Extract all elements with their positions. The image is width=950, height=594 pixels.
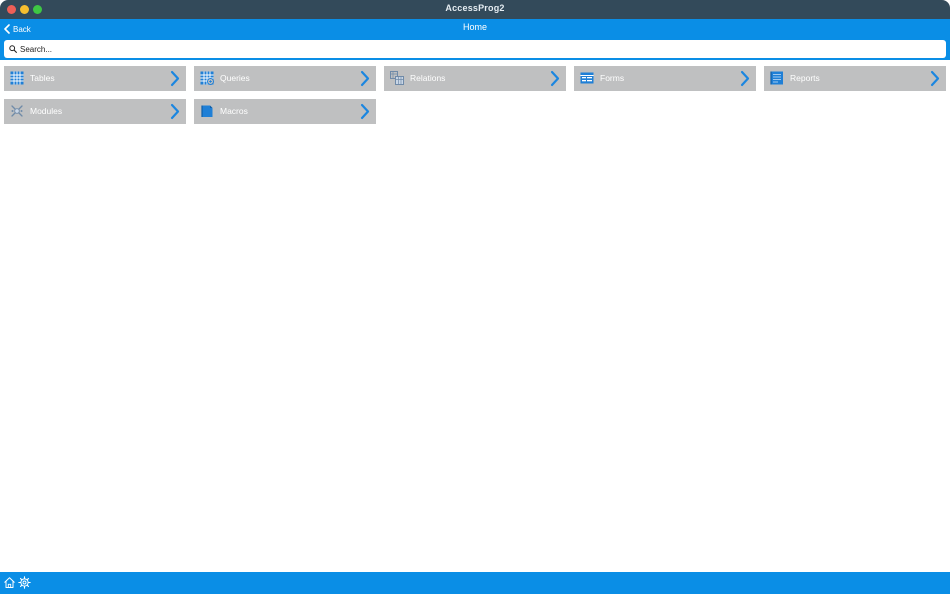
tile-label: Forms: [600, 73, 625, 83]
settings-icon[interactable]: [18, 576, 31, 589]
tile-modules[interactable]: Modules: [4, 99, 186, 124]
navigation-bar: Back Home: [0, 19, 950, 60]
home-icon[interactable]: [3, 576, 16, 589]
title-bar: AccessProg2: [0, 0, 950, 19]
page-title: Home: [462, 22, 487, 32]
tile-label: Modules: [30, 106, 63, 116]
chevron-right-icon: [740, 70, 750, 87]
macro-icon: [201, 105, 213, 117]
search-icon: [9, 45, 17, 53]
tile-queries[interactable]: Queries: [194, 66, 376, 91]
bottom-toolbar: [0, 572, 950, 594]
relations-icon: [390, 71, 404, 85]
tile-label: Reports: [790, 73, 820, 83]
chevron-right-icon: [170, 70, 180, 87]
chevron-right-icon: [360, 70, 370, 87]
report-icon: [770, 71, 783, 85]
chevron-right-icon: [360, 103, 370, 120]
module-icon: [11, 105, 23, 117]
form-icon: [580, 72, 594, 84]
tile-label: Queries: [220, 73, 250, 83]
query-icon: [200, 71, 214, 85]
app-window: AccessProg2 Back Home Tables Queries: [0, 0, 950, 594]
search-input[interactable]: [20, 44, 920, 54]
window-title: AccessProg2: [445, 3, 505, 13]
tile-label: Macros: [220, 106, 248, 116]
table-icon: [10, 71, 24, 85]
chevron-right-icon: [550, 70, 560, 87]
tile-macros[interactable]: Macros: [194, 99, 376, 124]
tile-label: Relations: [410, 73, 446, 83]
tile-tables[interactable]: Tables: [4, 66, 186, 91]
tile-relations[interactable]: Relations: [384, 66, 566, 91]
tile-forms[interactable]: Forms: [574, 66, 756, 91]
tile-label: Tables: [30, 73, 55, 83]
chevron-right-icon: [930, 70, 940, 87]
chevron-right-icon: [170, 103, 180, 120]
search-box[interactable]: [4, 40, 946, 58]
tile-reports[interactable]: Reports: [764, 66, 946, 91]
